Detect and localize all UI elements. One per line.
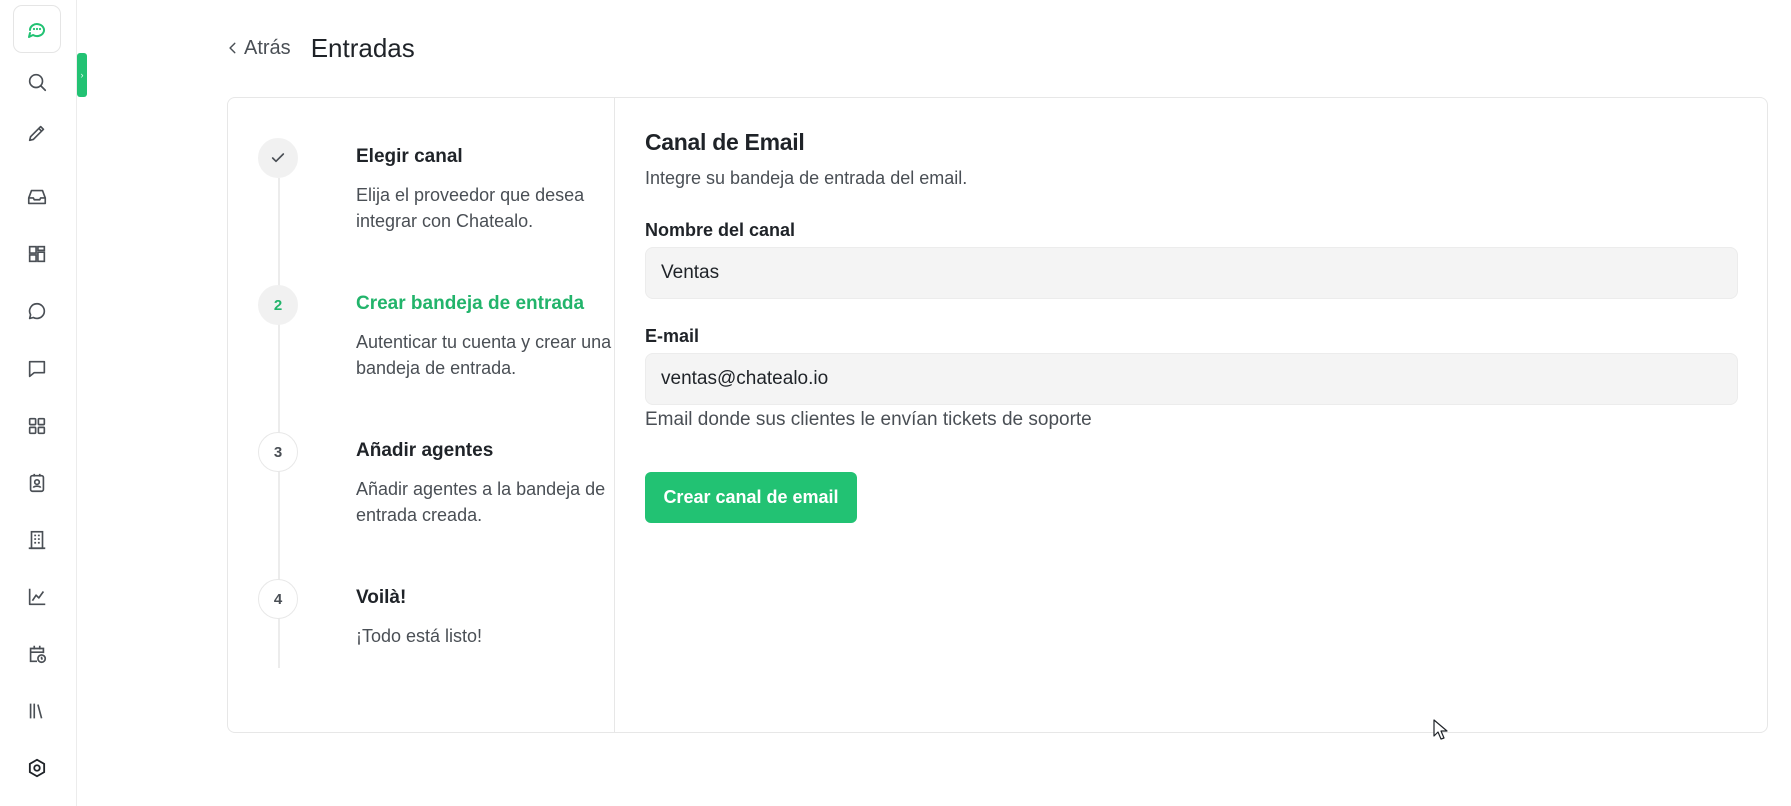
step-title: Elegir canal [356, 146, 463, 167]
form-title: Canal de Email [645, 129, 805, 155]
channel-name-label: Nombre del canal [645, 220, 796, 240]
email-input[interactable] [645, 353, 1738, 405]
email-channel-form: Canal de Email Integre su bandeja de ent… [615, 98, 1767, 732]
apps-icon[interactable] [22, 411, 52, 441]
wizard-steps: Elegir canal Elija el proveedor que dese… [228, 98, 615, 732]
channel-name-input[interactable] [645, 247, 1738, 299]
step-badge: 2 [258, 285, 298, 325]
step-badge: 3 [258, 432, 298, 472]
sidebar [0, 0, 77, 806]
page-header: Atrás Entradas [226, 28, 415, 68]
building-icon[interactable] [22, 525, 52, 555]
conversation-icon[interactable] [22, 297, 52, 327]
compose-icon[interactable] [22, 118, 52, 148]
check-icon [271, 153, 285, 163]
search-icon[interactable] [22, 67, 52, 97]
library-icon[interactable] [22, 696, 52, 726]
create-email-channel-button[interactable]: Crear canal de email [645, 472, 857, 523]
form-subtitle: Integre su bandeja de entrada del email. [645, 168, 968, 188]
dashboard-icon[interactable] [22, 239, 52, 269]
mouse-cursor-icon [1433, 719, 1448, 740]
chevron-left-icon [229, 42, 236, 54]
reports-icon[interactable] [22, 582, 52, 612]
sidebar-toggle-button[interactable]: › [77, 53, 87, 97]
back-label: Atrás [244, 36, 291, 59]
step-description: ¡Todo está listo! [356, 626, 483, 646]
step-description: Autenticar tu cuenta y crear una bandeja… [356, 332, 612, 378]
contacts-icon[interactable] [22, 468, 52, 498]
page-title: Entradas [310, 32, 415, 63]
inbox-icon[interactable] [22, 182, 52, 212]
step-description: Añadir agentes a la bandeja de entrada c… [356, 479, 606, 525]
step-badge: 4 [258, 579, 298, 619]
back-button[interactable]: Atrás [226, 37, 291, 60]
message-icon[interactable] [22, 354, 52, 384]
step-badge [258, 138, 298, 178]
step-description: Elija el proveedor que desea integrar co… [356, 185, 585, 231]
chat-logo-icon [28, 23, 45, 38]
setup-card: Elegir canal Elija el proveedor que dese… [227, 97, 1768, 733]
email-label: E-mail [645, 326, 700, 346]
step-title: Añadir agentes [356, 440, 494, 461]
step-title: Voilà! [356, 587, 407, 608]
app-logo[interactable] [13, 5, 61, 53]
settings-icon[interactable] [22, 753, 52, 783]
step-title: Crear bandeja de entrada [356, 293, 585, 314]
email-help-text: Email donde sus clientes le envían ticke… [645, 409, 1092, 430]
calendar-clock-icon[interactable] [22, 639, 52, 669]
